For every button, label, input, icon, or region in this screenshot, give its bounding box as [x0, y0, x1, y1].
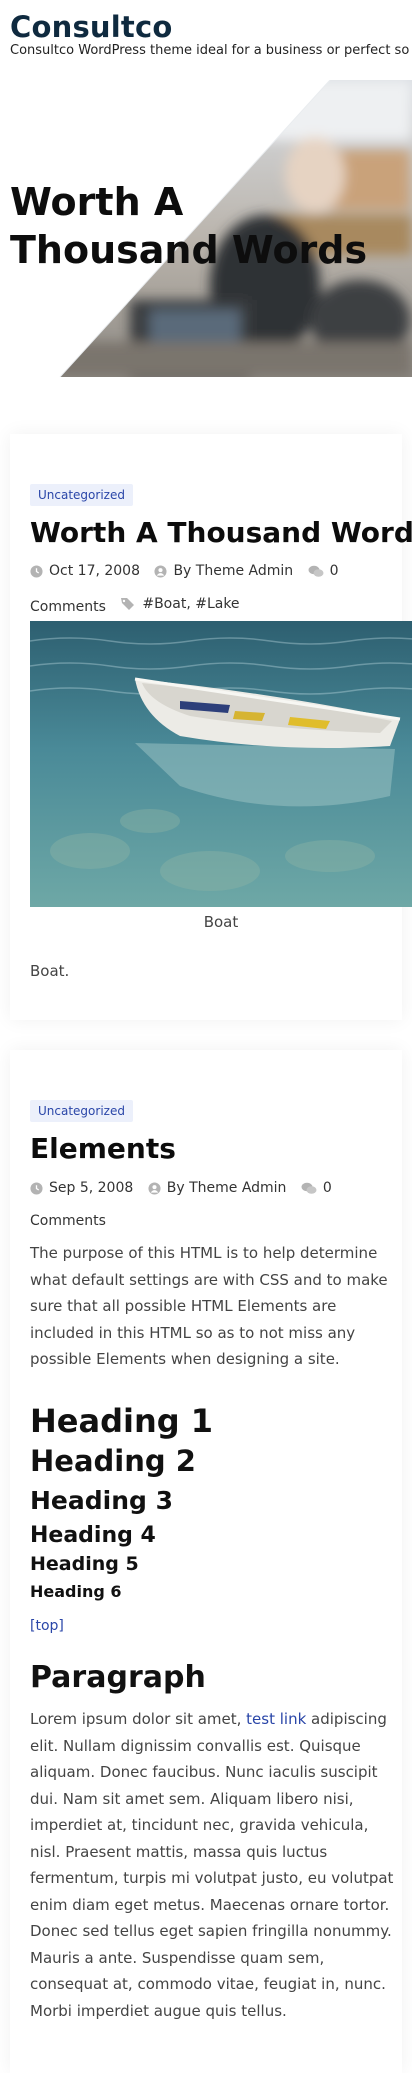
post-comments-label[interactable]: Comments — [30, 592, 106, 622]
top-link[interactable]: [top] — [30, 1618, 64, 1634]
post-intro: The purpose of this HTML is to help dete… — [30, 1244, 388, 1368]
post-tags[interactable]: #Boat, #Lake — [120, 589, 240, 619]
site-title[interactable]: Consultco — [10, 10, 172, 44]
post-date[interactable]: Oct 17, 2008 — [30, 556, 140, 586]
comments-icon — [301, 1182, 317, 1194]
category-badge[interactable]: Uncategorized — [30, 1100, 133, 1122]
heading-5: Heading 5 — [30, 1553, 139, 1575]
heading-3: Heading 3 — [30, 1486, 174, 1515]
user-icon — [154, 564, 167, 578]
post-excerpt: Boat. — [30, 962, 70, 980]
boat-image — [30, 621, 412, 907]
post-date[interactable]: Sep 5, 2008 — [30, 1173, 133, 1203]
post-author[interactable]: By Theme Admin — [154, 556, 293, 586]
paragraph-text-rest: adipiscing elit. Nullam dignissim conval… — [30, 1710, 394, 2020]
site-tagline: Consultco WordPress theme ideal for a bu… — [10, 43, 410, 58]
post-author[interactable]: By Theme Admin — [148, 1173, 286, 1203]
heading-1: Heading 1 — [30, 1402, 214, 1440]
comments-icon — [308, 565, 324, 577]
post-title[interactable]: Elements — [30, 1132, 176, 1165]
image-caption: Boat — [203, 913, 239, 931]
post-title[interactable]: Worth A Thousand Words — [30, 516, 412, 549]
post-card-elements: Uncategorized Elements Sep 5, 2008 By Th… — [10, 1050, 402, 2073]
paragraph-text-start: Lorem ipsum dolor sit amet, — [30, 1710, 247, 1728]
paragraph-heading: Paragraph — [30, 1660, 206, 1695]
post-comments-count[interactable]: 0 — [301, 1173, 332, 1203]
post-comments-count[interactable]: 0 — [308, 556, 339, 586]
heading-6: Heading 6 — [30, 1582, 122, 1601]
post-meta: Sep 5, 2008 By Theme Admin 0 Comments — [30, 1173, 390, 1236]
paragraph-text: Lorem ipsum dolor sit amet, test link ad… — [30, 1706, 402, 2024]
clock-icon — [30, 1181, 43, 1195]
tags-icon — [121, 597, 135, 610]
test-link[interactable]: test link — [246, 1710, 306, 1728]
user-icon — [148, 1181, 161, 1195]
post-meta: Oct 17, 2008 By Theme Admin 0 Comments #… — [30, 556, 390, 622]
post-comments-label[interactable]: Comments — [30, 1206, 106, 1236]
site-header: Consultco Consultco WordPress theme idea… — [0, 0, 412, 80]
hero-title: Worth A Thousand Words — [10, 180, 368, 272]
heading-2: Heading 2 — [30, 1444, 196, 1478]
clock-icon — [30, 564, 43, 578]
post-card-boat: Uncategorized Worth A Thousand Words Oct… — [10, 434, 412, 1020]
hero-banner: Worth A Thousand Words — [0, 80, 412, 377]
heading-4: Heading 4 — [30, 1523, 156, 1548]
category-badge[interactable]: Uncategorized — [30, 484, 133, 506]
